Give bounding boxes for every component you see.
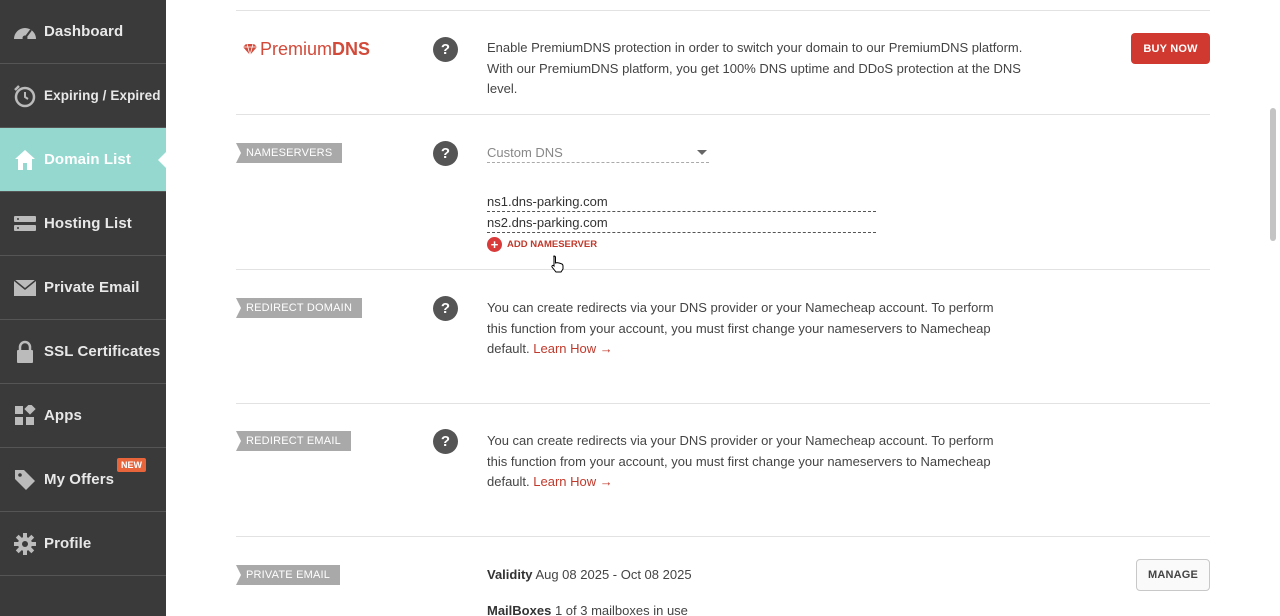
- premium-dns-logo: Premium DNS: [243, 39, 370, 60]
- validity-line: Validity Aug 08 2025 - Oct 08 2025: [487, 567, 692, 582]
- nameservers-tag: NAMESERVERS: [236, 143, 343, 163]
- premium-dns-help-icon[interactable]: ?: [433, 37, 458, 62]
- add-nameserver-label: ADD NAMESERVER: [507, 239, 598, 250]
- add-nameserver-button[interactable]: + ADD NAMESERVER: [487, 237, 597, 252]
- sidebar-item-my-offers[interactable]: My Offers NEW: [0, 448, 166, 512]
- manage-button[interactable]: MANAGE: [1136, 559, 1210, 591]
- nameserver-2-input[interactable]: ns2.dns-parking.com: [487, 213, 876, 233]
- sidebar-item-expiring[interactable]: Expiring / Expired: [0, 64, 166, 128]
- buy-now-button[interactable]: BUY NOW: [1131, 33, 1210, 64]
- private-email-tag: PRIVATE EMAIL: [236, 565, 341, 585]
- logo-suffix: DNS: [332, 39, 371, 59]
- nameservers-help-icon[interactable]: ?: [433, 141, 458, 166]
- nameserver-type-select[interactable]: Custom DNS: [487, 143, 709, 163]
- divider: [236, 114, 1210, 115]
- mailboxes-value: 1 of 3 mailboxes in use: [554, 603, 688, 616]
- sidebar-item-domain-list[interactable]: Domain List: [0, 128, 167, 192]
- scrollbar-thumb[interactable]: [1270, 108, 1276, 241]
- nameserver-1-input[interactable]: ns1.dns-parking.com: [487, 192, 876, 212]
- sidebar-item-label: Expiring / Expired: [44, 88, 161, 103]
- sidebar-item-label: Private Email: [44, 279, 140, 296]
- sidebar-item-label: Profile: [44, 535, 92, 552]
- caret-down-icon: [697, 150, 707, 155]
- gem-icon: [243, 43, 257, 56]
- validity-value: Aug 08 2025 - Oct 08 2025: [535, 567, 692, 582]
- redirect-email-help-icon[interactable]: ?: [433, 429, 458, 454]
- sidebar-item-dashboard[interactable]: Dashboard: [0, 0, 166, 64]
- validity-label: Validity: [487, 567, 533, 582]
- apps-grid-icon: [12, 403, 38, 429]
- sidebar-item-profile[interactable]: Profile: [0, 512, 166, 576]
- redirect-email-tag: REDIRECT EMAIL: [236, 431, 351, 451]
- logo-prefix: Premium: [260, 39, 333, 59]
- premium-dns-description: Enable PremiumDNS protection in order to…: [487, 40, 1023, 96]
- sidebar-item-label: SSL Certificates: [44, 343, 161, 360]
- sidebar-item-ssl-certificates[interactable]: SSL Certificates: [0, 320, 166, 384]
- sidebar-item-private-email[interactable]: Private Email: [0, 256, 166, 320]
- lock-icon: [12, 339, 38, 365]
- gear-icon: [12, 531, 38, 557]
- redirect-domain-help-icon[interactable]: ?: [433, 296, 458, 321]
- sidebar-item-apps[interactable]: Apps: [0, 384, 166, 448]
- divider: [236, 536, 1210, 537]
- redirect-email-description: You can create redirects via your DNS pr…: [487, 431, 1017, 493]
- learn-how-link[interactable]: Learn How →: [533, 341, 612, 356]
- learn-how-link[interactable]: Learn How →: [533, 474, 612, 489]
- hand-cursor-icon: [551, 255, 564, 273]
- new-badge: NEW: [117, 458, 146, 472]
- sidebar-item-label: Domain List: [44, 151, 131, 168]
- sidebar-item-hosting-list[interactable]: Hosting List: [0, 192, 166, 256]
- divider: [236, 269, 1210, 270]
- sidebar-item-label: Apps: [44, 407, 82, 424]
- speedometer-icon: [12, 19, 38, 45]
- sidebar: Dashboard Expiring / Expired Domain List…: [0, 0, 167, 616]
- select-value: Custom DNS: [487, 145, 563, 160]
- redirect-domain-description: You can create redirects via your DNS pr…: [487, 298, 1017, 360]
- sidebar-item-label: Dashboard: [44, 23, 124, 40]
- tag-icon: [12, 467, 38, 493]
- envelope-icon: [12, 275, 38, 301]
- mailboxes-line: MailBoxes 1 of 3 mailboxes in use: [487, 603, 688, 616]
- mailboxes-label: MailBoxes: [487, 603, 552, 616]
- sidebar-item-label: Hosting List: [44, 215, 132, 232]
- server-icon: [12, 211, 38, 237]
- clock-icon: [12, 83, 38, 109]
- sidebar-item-label: My Offers: [44, 471, 115, 488]
- divider: [236, 403, 1210, 404]
- redirect-domain-tag: REDIRECT DOMAIN: [236, 298, 363, 318]
- plus-icon: +: [487, 237, 502, 252]
- home-icon: [12, 147, 38, 173]
- divider: [236, 10, 1210, 11]
